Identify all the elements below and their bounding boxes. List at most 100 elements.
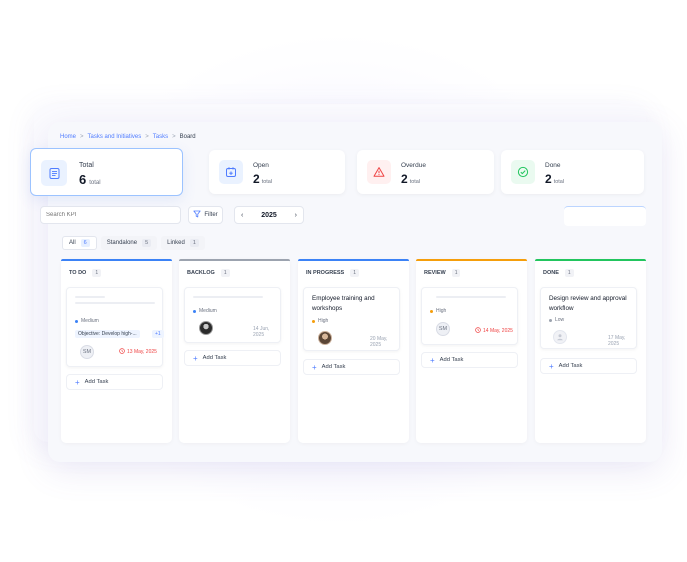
add-task-button[interactable]: + Add Task [421,352,518,368]
column-done-count: 1 [564,269,574,277]
year-selector: ‹ 2025 › [234,206,304,224]
column-in-progress: IN PROGRESS 1 Employee training and work… [298,259,409,443]
breadcrumb-tasks[interactable]: Tasks [153,134,168,140]
task-card[interactable]: Medium 14 Jun, 2025 [184,287,281,343]
priority-label: Medium [199,308,217,314]
priority-badge: Low [549,317,564,323]
tab-all-label: All [69,240,76,246]
task-card[interactable]: Medium Objective: Develop high-... +1 SM… [66,287,164,367]
avatar[interactable] [318,331,332,345]
due-date-text: 17 May, 2025 [608,335,626,347]
task-card[interactable]: Design review and approval workflow Low … [540,287,637,349]
priority-badge: High [312,318,328,324]
breadcrumb-tasks-initiatives[interactable]: Tasks and Initiatives [88,134,142,140]
plus-icon: + [549,361,554,371]
kpi-done-card[interactable]: Done 2 total [501,150,644,194]
kpi-open-label: Open [253,162,269,169]
column-review-header: REVIEW 1 [424,269,461,277]
column-backlog: BACKLOG 1 Medium 14 Jun, 2025 + Add Task [179,259,290,443]
kpi-open-card[interactable]: Open 2 total [209,150,345,194]
column-review-count: 1 [451,269,461,277]
column-done-bar [535,259,646,261]
priority-dot [312,319,315,323]
kpi-overdue-card[interactable]: Overdue 2 total [357,150,494,194]
objective-tag[interactable]: Objective: Develop high-... [75,330,140,338]
breadcrumb-separator: > [80,134,84,140]
avatar[interactable]: SM [80,345,94,359]
column-todo-header: TO DO 1 [69,269,102,277]
kpi-overdue-label: Overdue [401,162,426,169]
avatar[interactable]: SM [436,322,450,336]
clock-icon [475,327,481,335]
add-task-button[interactable]: + Add Task [184,350,281,366]
due-date: 14 Jun, 2025 [253,326,280,338]
plus-icon: + [312,362,317,372]
title-placeholder [436,296,506,298]
due-date-text: 20 May, 2025 [370,336,388,348]
check-circle-icon [511,160,535,184]
plus-icon: + [75,377,80,387]
title-placeholder [75,302,155,304]
priority-dot [193,309,196,313]
kpi-total-card[interactable]: Total 6 total [30,148,183,196]
column-done-header: DONE 1 [543,269,574,277]
column-todo: TO DO 1 Medium Objective: Develop high-.… [61,259,172,443]
add-task-button[interactable]: + Add Task [66,374,163,390]
priority-dot [430,309,433,313]
due-date: 13 May, 2025 [119,348,157,356]
add-task-button[interactable]: + Add Task [303,359,400,375]
kpi-overdue-number: 2 [401,172,408,186]
column-review-bar [416,259,527,261]
avatar-placeholder-icon[interactable] [553,330,567,344]
kpi-overdue-unit: total [409,179,421,185]
add-task-button[interactable]: + Add Task [540,358,637,374]
tab-all[interactable]: All 6 [62,236,97,250]
due-date: 17 May, 2025 [608,335,636,347]
priority-label: Low [555,317,565,323]
breadcrumb-board: Board [179,134,196,140]
due-date-text: 14 Jun, 2025 [253,326,270,338]
kpi-done-number: 2 [545,172,552,186]
objective-more-badge[interactable]: +1 [152,330,164,338]
column-backlog-title: BACKLOG [187,270,215,276]
column-in-progress-title: IN PROGRESS [306,270,345,276]
tab-all-count: 6 [80,239,90,247]
column-in-progress-bar [298,259,409,261]
kpi-total-number: 6 [79,172,87,187]
title-placeholder [75,296,105,298]
filter-label: Filter [204,212,218,218]
kpi-overdue-value: 2 total [401,172,420,186]
calendar-plus-icon [219,160,243,184]
column-done-title: DONE [543,270,559,276]
priority-label: High [318,318,329,324]
search-input[interactable] [40,206,181,224]
breadcrumb-home[interactable]: Home [60,134,76,140]
add-task-label: Add Task [439,357,464,363]
view-toggle-placeholder[interactable] [564,206,646,226]
breadcrumb-separator: > [145,134,149,140]
list-icon [41,160,67,186]
avatar[interactable] [199,321,213,335]
column-todo-bar [61,259,172,261]
chevron-right-icon[interactable]: › [295,212,297,219]
chevron-left-icon[interactable]: ‹ [241,212,243,219]
due-date: 20 May, 2025 [370,336,399,348]
task-card[interactable]: High SM 14 May, 2025 [421,287,518,345]
tab-linked[interactable]: Linked 1 [161,236,205,250]
kpi-total-label: Total [79,162,94,169]
tab-standalone[interactable]: Standalone 5 [100,236,158,250]
column-todo-count: 1 [92,269,102,277]
filter-button[interactable]: Filter [188,206,223,224]
due-date-text: 14 May, 2025 [483,328,513,334]
priority-badge: Medium [75,318,99,324]
task-card[interactable]: Employee training and workshops High 20 … [303,287,400,351]
add-task-label: Add Task [84,379,109,385]
kpi-done-value: 2 total [545,172,564,186]
title-placeholder [193,296,263,298]
tab-standalone-count: 5 [142,239,152,247]
add-task-label: Add Task [202,355,227,361]
kpi-open-value: 2 total [253,172,272,186]
priority-dot [549,318,552,322]
plus-icon: + [430,355,435,365]
priority-badge: High [430,308,446,314]
